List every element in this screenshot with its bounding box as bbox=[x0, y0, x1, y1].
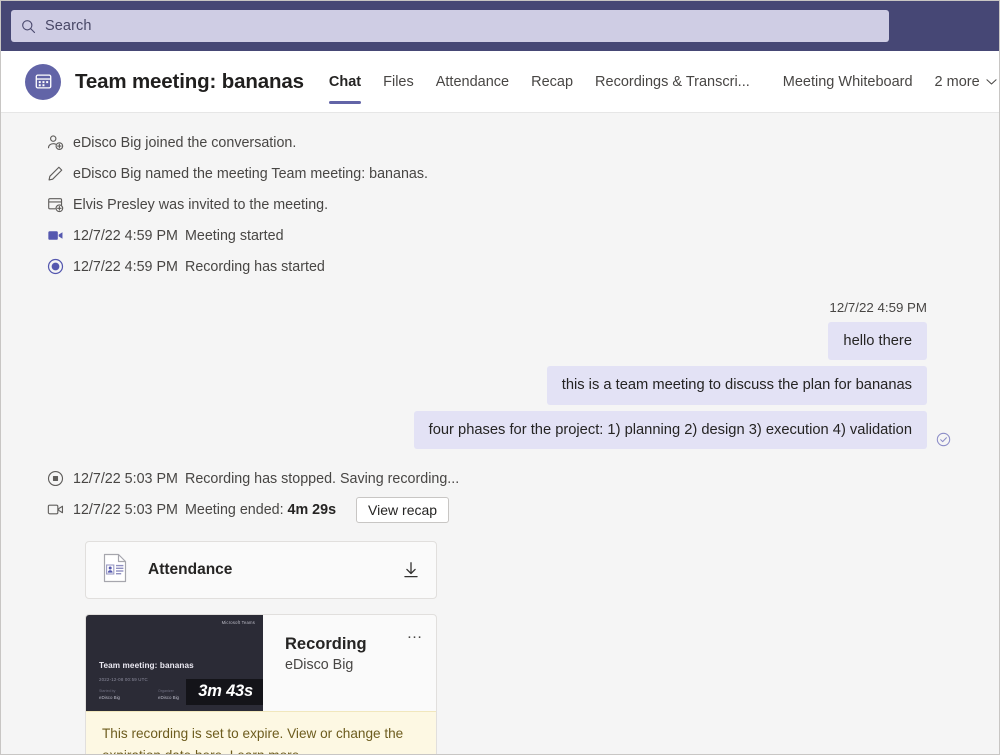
video-filled-icon bbox=[47, 229, 73, 242]
tabs-more-button[interactable]: 2 more bbox=[924, 74, 1000, 90]
recording-card-top: Microsoft Teams Team meeting: bananas 20… bbox=[86, 615, 436, 711]
message-bubble[interactable]: this is a team meeting to discuss the pl… bbox=[547, 366, 927, 404]
thumbnail-meta-label: Started by bbox=[99, 689, 120, 693]
recording-thumbnail[interactable]: Microsoft Teams Team meeting: bananas 20… bbox=[86, 615, 263, 711]
thumbnail-meta-value: eDisco Big bbox=[158, 695, 179, 700]
tabs-more-label: 2 more bbox=[935, 74, 980, 90]
meeting-avatar bbox=[25, 64, 61, 100]
chevron-down-icon bbox=[986, 74, 997, 90]
system-message-time: 12/7/22 5:03 PM bbox=[73, 471, 185, 487]
system-message-time: 12/7/22 4:59 PM bbox=[73, 228, 185, 244]
thumbnail-date: 2022-12-08 00:59 UTC bbox=[99, 677, 148, 682]
tab-attendance-label: Attendance bbox=[436, 74, 509, 90]
person-add-icon bbox=[47, 134, 73, 151]
system-message-text: eDisco Big joined the conversation. bbox=[73, 135, 296, 151]
thumbnail-title: Team meeting: bananas bbox=[99, 661, 194, 670]
thumbnail-meta-item: Organizer eDisco Big bbox=[158, 689, 179, 700]
recording-card-info: … Recording eDisco Big bbox=[263, 615, 436, 711]
calendar-add-icon bbox=[47, 196, 73, 213]
tab-recap[interactable]: Recap bbox=[520, 51, 584, 112]
system-message-text: eDisco Big named the meeting Team meetin… bbox=[73, 166, 428, 182]
tab-chat-label: Chat bbox=[329, 74, 361, 90]
record-stop-icon bbox=[47, 470, 73, 487]
seen-check-icon bbox=[936, 432, 951, 447]
system-message-text: Elvis Presley was invited to the meeting… bbox=[73, 197, 328, 213]
tab-attendance[interactable]: Attendance bbox=[425, 51, 520, 112]
ellipsis-icon[interactable]: … bbox=[407, 626, 425, 642]
recording-owner: eDisco Big bbox=[285, 657, 436, 673]
message-bubble[interactable]: hello there bbox=[828, 322, 927, 360]
expiry-notice-separator: . bbox=[222, 748, 230, 754]
recording-expiry-notice: This recording is set to expire. View or… bbox=[86, 711, 436, 754]
meeting-header: Team meeting: bananas Chat Files Attenda… bbox=[1, 51, 999, 113]
tab-bar: Chat Files Attendance Recap Recordings &… bbox=[318, 51, 1000, 112]
learn-more-link[interactable]: Learn more bbox=[230, 748, 300, 754]
video-outline-icon bbox=[47, 503, 73, 516]
teams-window: Search Team meeting: bananas Chat Files bbox=[0, 0, 1000, 755]
system-message-text: Recording has started bbox=[185, 259, 325, 275]
message-row: this is a team meeting to discuss the pl… bbox=[1, 366, 999, 404]
tab-meeting-whiteboard[interactable]: Meeting Whiteboard bbox=[761, 51, 924, 112]
view-recap-button[interactable]: View recap bbox=[356, 497, 449, 523]
download-icon[interactable] bbox=[402, 561, 420, 579]
expiry-here-link[interactable]: here bbox=[195, 748, 222, 754]
recording-card[interactable]: Microsoft Teams Team meeting: bananas 20… bbox=[85, 614, 437, 754]
system-message-text: Recording has stopped. Saving recording.… bbox=[185, 471, 459, 487]
page-title: Team meeting: bananas bbox=[75, 70, 304, 94]
tab-recordings-transcripts-label: Recordings & Transcri... bbox=[595, 74, 750, 90]
search-placeholder: Search bbox=[45, 18, 92, 34]
message-timestamp: 12/7/22 4:59 PM bbox=[1, 300, 999, 315]
recording-duration-badge: 3m 43s bbox=[186, 679, 263, 705]
thumbnail-meta-item: Started by eDisco Big bbox=[99, 689, 120, 700]
system-message-time: 12/7/22 4:59 PM bbox=[73, 259, 185, 275]
thumbnail-meta-label: Organizer bbox=[158, 689, 179, 693]
meeting-duration: 4m 29s bbox=[288, 502, 337, 518]
thumbnail-meta-value: eDisco Big bbox=[99, 695, 120, 700]
record-filled-icon bbox=[47, 258, 73, 275]
system-message-text: Meeting started bbox=[185, 228, 284, 244]
message-row: four phases for the project: 1) planning… bbox=[1, 411, 999, 449]
top-bar: Search bbox=[1, 1, 999, 51]
system-message-meeting-started: 12/7/22 4:59 PM Meeting started bbox=[1, 220, 999, 251]
meeting-ended-label: Meeting ended: bbox=[185, 502, 288, 518]
tab-files-label: Files bbox=[383, 74, 414, 90]
message-row: hello there bbox=[1, 322, 999, 360]
attendance-file-card[interactable]: Attendance bbox=[85, 541, 437, 599]
search-icon bbox=[21, 19, 36, 34]
search-input[interactable]: Search bbox=[11, 10, 889, 42]
system-message-joined: eDisco Big joined the conversation. bbox=[1, 127, 999, 158]
system-message-meeting-ended: 12/7/22 5:03 PM Meeting ended: 4m 29s Vi… bbox=[1, 494, 999, 525]
tab-files[interactable]: Files bbox=[372, 51, 425, 112]
attendance-report-icon bbox=[100, 552, 130, 589]
thumbnail-meta: Started by eDisco Big Organizer eDisco B… bbox=[99, 689, 179, 700]
system-message-invited: Elvis Presley was invited to the meeting… bbox=[1, 189, 999, 220]
message-bubble[interactable]: four phases for the project: 1) planning… bbox=[414, 411, 927, 449]
system-message-recording-stopped: 12/7/22 5:03 PM Recording has stopped. S… bbox=[1, 463, 999, 494]
thumbnail-brand: Microsoft Teams bbox=[222, 620, 255, 625]
tab-chat[interactable]: Chat bbox=[318, 51, 372, 112]
system-message-renamed: eDisco Big named the meeting Team meetin… bbox=[1, 158, 999, 189]
chat-message-list[interactable]: eDisco Big joined the conversation. eDis… bbox=[1, 113, 999, 754]
pencil-icon bbox=[47, 165, 73, 182]
system-message-recording-started: 12/7/22 4:59 PM Recording has started bbox=[1, 251, 999, 282]
tab-recordings-transcripts[interactable]: Recordings & Transcri... bbox=[584, 51, 761, 112]
tab-recap-label: Recap bbox=[531, 74, 573, 90]
calendar-icon bbox=[34, 72, 53, 91]
outgoing-message-group: 12/7/22 4:59 PM hello there this is a te… bbox=[1, 300, 999, 449]
system-message-time: 12/7/22 5:03 PM bbox=[73, 502, 185, 518]
tab-meeting-whiteboard-label: Meeting Whiteboard bbox=[783, 74, 913, 90]
attendance-file-name: Attendance bbox=[148, 561, 402, 579]
